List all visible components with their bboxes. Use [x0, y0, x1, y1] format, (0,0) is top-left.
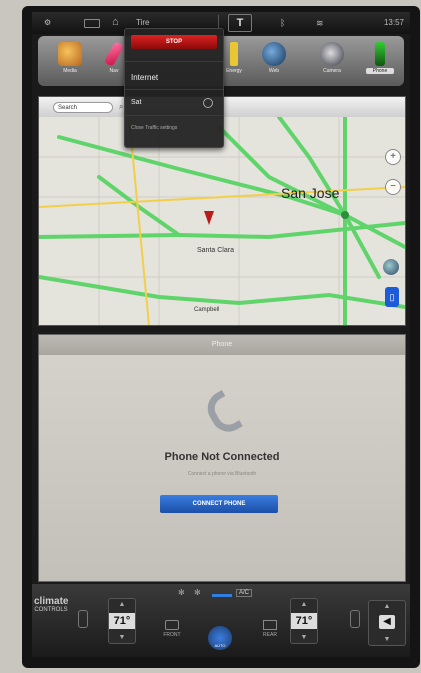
tire-label[interactable]: Tire — [136, 18, 149, 27]
menu-item-label: Sat — [131, 99, 142, 106]
app-label: Energy — [226, 68, 242, 74]
map-city-label: San Jose — [281, 185, 340, 201]
stop-button[interactable]: STOP — [131, 35, 217, 49]
energy-icon — [230, 42, 238, 66]
fan-up-icon[interactable]: ✻ — [194, 588, 201, 597]
driver-temp-control[interactable]: ▲ 71° ▼ — [108, 598, 136, 644]
music-icon — [58, 42, 82, 66]
app-label: Camera — [323, 68, 341, 74]
speaker-icon[interactable]: ◀ — [379, 615, 395, 629]
passenger-temp-value: 71° — [291, 613, 317, 629]
rear-defrost-label: REAR — [263, 632, 277, 638]
bluetooth-icon[interactable]: ᛒ — [280, 18, 285, 28]
app-label: Phone — [366, 68, 394, 74]
menu-item-close-traffic[interactable]: Close Traffic settings — [131, 125, 217, 131]
zoom-in-button[interactable]: + — [385, 149, 401, 165]
chevron-down-icon[interactable]: ▼ — [291, 634, 317, 641]
passenger-seat-heater-icon[interactable] — [350, 610, 360, 628]
app-label: Media — [63, 68, 77, 74]
rear-defrost-button[interactable]: REAR — [260, 620, 280, 638]
chevron-down-icon[interactable]: ▼ — [109, 634, 135, 641]
map-view-globe-icon[interactable] — [383, 259, 399, 275]
climate-control-bar: climate CONTROLS ▲ 71° ▼ ✻ ✻ A/C FRONT A… — [32, 584, 410, 657]
phone-status-subtitle: Connect a phone via Bluetooth — [187, 471, 257, 477]
rear-defrost-icon — [263, 620, 277, 630]
clock: 13:57 — [383, 18, 404, 27]
phone-handset-icon — [201, 389, 243, 439]
location-pin-icon[interactable] — [204, 211, 214, 225]
climate-controls-button[interactable]: climate CONTROLS — [34, 596, 68, 636]
map-search-input[interactable]: Search — [53, 102, 113, 113]
menu-divider — [125, 61, 223, 62]
globe-icon — [262, 42, 286, 66]
phone-status-title: Phone Not Connected — [164, 451, 280, 463]
menu-item-internet[interactable]: Internet — [131, 73, 217, 82]
zoom-out-button[interactable]: − — [385, 179, 401, 195]
app-label: Web — [268, 68, 280, 74]
front-defrost-button[interactable]: FRONT — [162, 620, 182, 638]
climate-sublabel: CONTROLS — [34, 607, 68, 613]
menu-divider — [125, 115, 223, 116]
chevron-up-icon[interactable]: ▲ — [369, 603, 405, 610]
toggle-icon[interactable] — [203, 98, 213, 108]
wifi-icon[interactable]: ≋ — [316, 18, 324, 29]
phone-panel: Phone Phone Not Connected Connect a phon… — [38, 334, 406, 582]
chevron-down-icon[interactable]: ▼ — [369, 636, 405, 643]
app-media[interactable]: Media — [56, 42, 84, 78]
map-place-label: Santa Clara — [197, 247, 234, 254]
navigation-icon — [103, 41, 125, 67]
map-settings-button[interactable]: ▯ — [385, 287, 399, 307]
app-camera[interactable]: Camera — [318, 42, 346, 78]
passenger-temp-control[interactable]: ▲ 71° ▼ — [290, 598, 318, 644]
climate-label: climate — [34, 596, 69, 607]
driver-seat-heater-icon[interactable] — [78, 610, 88, 628]
chevron-up-icon[interactable]: ▲ — [109, 601, 135, 608]
camera-icon — [320, 42, 344, 66]
volume-control[interactable]: ▲ ◀ ▼ — [368, 600, 406, 646]
phone-icon — [375, 42, 385, 66]
chevron-up-icon[interactable]: ▲ — [291, 601, 317, 608]
app-web[interactable]: Web — [260, 42, 288, 78]
menu-divider — [125, 89, 223, 90]
connect-phone-button[interactable]: CONNECT PHONE — [160, 495, 278, 513]
fan-down-icon[interactable]: ✻ — [178, 588, 185, 597]
menu-item-sat[interactable]: Sat — [131, 98, 217, 108]
tesla-logo-button[interactable]: T — [228, 14, 252, 32]
fan-controls: ✻ ✻ A/C — [172, 588, 272, 602]
fan-level-indicator — [212, 594, 232, 597]
driver-temp-value: 71° — [109, 613, 135, 629]
gear-icon[interactable]: ⚙ — [44, 18, 51, 27]
ac-button[interactable]: A/C — [236, 589, 253, 597]
front-defrost-icon — [165, 620, 179, 630]
tire-dropdown-menu: STOP Internet Sat Close Traffic settings — [124, 28, 224, 148]
touchscreen: ⚙ ⌂ Tire T ᛒ ≋ 13:57 Media Nav Energy We… — [32, 12, 410, 657]
front-defrost-label: FRONT — [163, 632, 181, 638]
phone-panel-title: Phone — [39, 335, 405, 355]
auto-climate-button[interactable]: AUTO — [208, 626, 232, 650]
app-energy[interactable]: Energy — [220, 42, 248, 78]
home-icon[interactable]: ⌂ — [112, 16, 119, 28]
battery-icon — [84, 19, 100, 28]
app-phone[interactable]: Phone — [366, 42, 394, 78]
map-place-label: Campbell — [194, 307, 220, 313]
